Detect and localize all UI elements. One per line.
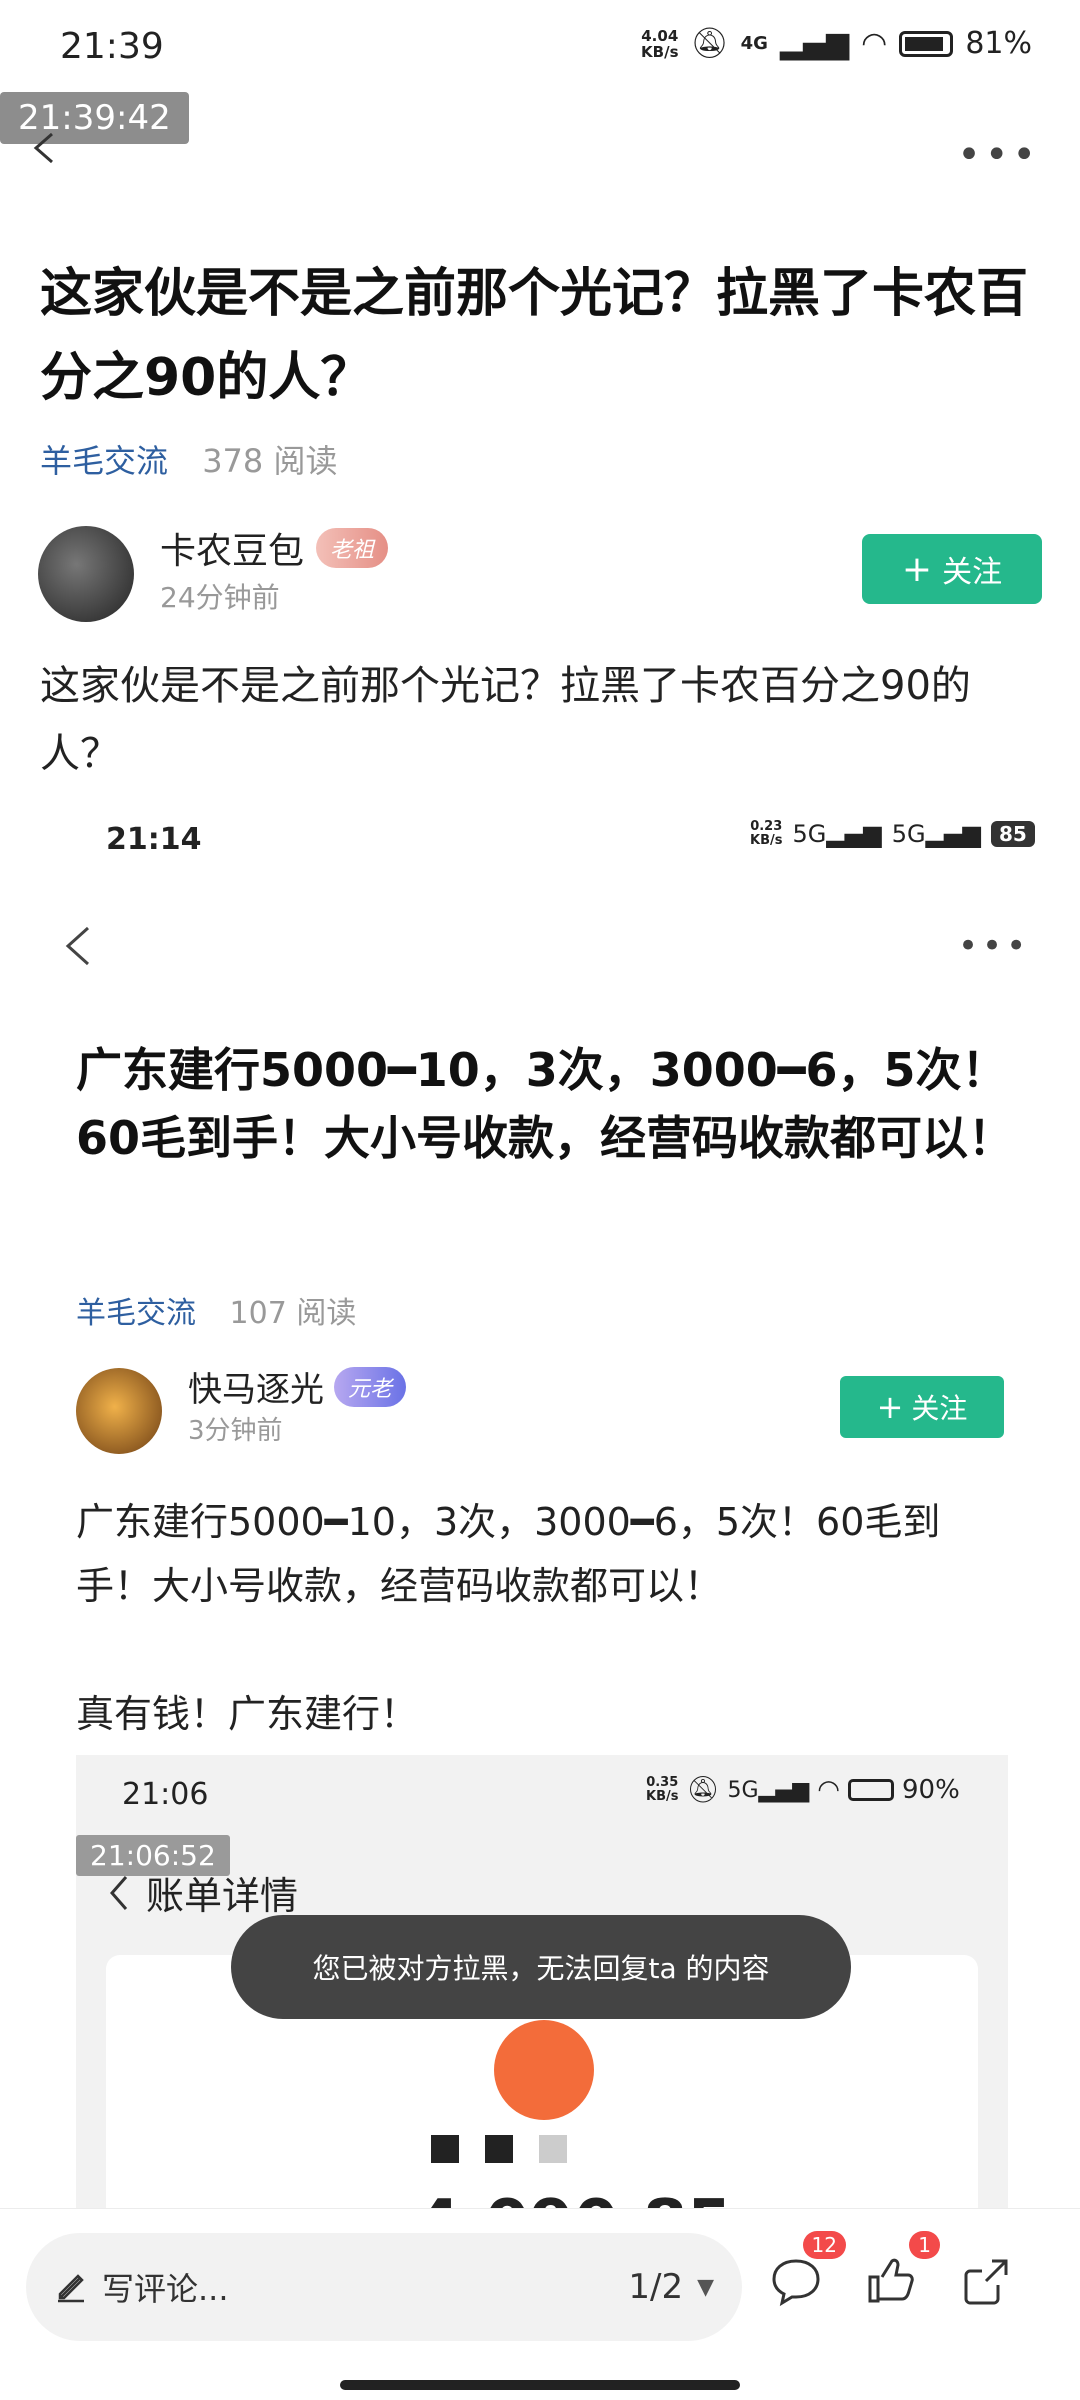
status-bar: 21:39 4.04 KB/s 🔕︎ 4G ▂▄▆ ◠ 81%: [0, 0, 1080, 100]
more-options-icon: •••: [958, 926, 1031, 966]
comments-button[interactable]: 12: [768, 2231, 846, 2313]
thumbs-up-icon: [868, 2258, 914, 2303]
shop-icon: [494, 2020, 594, 2120]
like-button[interactable]: 1: [862, 2231, 940, 2313]
embedded-author-badge: 元老: [334, 1366, 407, 1407]
battery-level: 81%: [965, 26, 1032, 61]
author-row: 卡农豆包 老祖: [160, 522, 389, 574]
net-speed: 4.04 KB/s: [641, 26, 679, 61]
signal-icon: 5G▂▄▆: [727, 1777, 810, 1803]
battery-icon: [899, 30, 954, 57]
mute-icon: 🔕︎: [686, 1775, 720, 1805]
share-icon: [964, 2259, 1008, 2305]
page-indicator-text: 1/2: [628, 2267, 684, 2307]
embedded-net-speed: 0.23 KB/s: [750, 819, 783, 848]
nested-time-overlay: 21:06:52: [76, 1835, 230, 1876]
dropdown-icon: ▼: [697, 2274, 714, 2300]
embedded-post-time: 3分钟前: [188, 1416, 283, 1446]
embedded-status-icons: 0.23 KB/s 5G▂▄▆ 5G▂▄▆ 85: [750, 820, 1035, 848]
back-icon[interactable]: [26, 128, 66, 168]
mute-icon: 🔕︎: [690, 26, 729, 61]
like-count-badge: 1: [909, 2231, 940, 2259]
share-button[interactable]: [958, 2253, 1018, 2313]
author-avatar[interactable]: [38, 526, 134, 622]
comment-count-badge: 12: [802, 2231, 846, 2259]
more-options-icon[interactable]: •••: [957, 132, 1040, 178]
author-badge: 老祖: [316, 528, 389, 568]
read-count: 378 阅读: [202, 442, 338, 480]
nested-screenshot: 21:06 0.35 KB/s 🔕︎ 5G▂▄▆ ◠ 90% 账单详情 4,09…: [76, 1755, 1008, 2220]
status-icons: 4.04 KB/s 🔕︎ 4G ▂▄▆ ◠ 81%: [641, 26, 1032, 61]
follow-label: 关注: [942, 555, 1003, 590]
embedded-battery: 85: [990, 821, 1035, 847]
embedded-author-avatar: [76, 1368, 162, 1454]
author-name[interactable]: 卡农豆包: [160, 522, 304, 574]
back-icon: [110, 1875, 128, 1910]
embedded-author-name: 快马逐光: [188, 1370, 324, 1410]
category-link[interactable]: 羊毛交流: [40, 442, 168, 480]
masked-name: [431, 2135, 567, 2163]
home-indicator[interactable]: [340, 2380, 740, 2390]
plus-icon: +: [876, 1388, 904, 1426]
pencil-icon: [58, 2274, 84, 2303]
nested-net-speed: 0.35 KB/s: [646, 1775, 679, 1804]
page-indicator[interactable]: 1/2 ▼: [628, 2267, 714, 2307]
embedded-category: 羊毛交流: [76, 1296, 196, 1331]
post-meta: 羊毛交流 378 阅读: [40, 436, 337, 482]
nested-status-time: 21:06: [122, 1777, 209, 1812]
wifi-icon: ◠: [861, 26, 888, 61]
post-body: 这家伙是不是之前那个光记？拉黑了卡农百分之90的人？: [40, 663, 971, 777]
embedded-post-title: 广东建行5000━10，3次，3000━6，5次！60毛到手！大小号收款，经营码…: [76, 1043, 1015, 1165]
comment-icon: [772, 2259, 820, 2307]
embedded-post-body: 广东建行5000━10，3次，3000━6，5次！60毛到手！大小号收款，经营码…: [76, 1500, 941, 1736]
nested-status-icons: 0.35 KB/s 🔕︎ 5G▂▄▆ ◠ 90%: [646, 1775, 960, 1805]
plus-icon: +: [901, 548, 933, 590]
post-title: 这家伙是不是之前那个光记？拉黑了卡农百分之90的人？: [40, 264, 1029, 408]
follow-button[interactable]: + 关注: [862, 534, 1042, 604]
status-time: 21:39: [60, 26, 164, 67]
embedded-status-time: 21:14: [106, 822, 202, 857]
signal-icon: ▂▄▆: [779, 26, 850, 61]
comment-placeholder: 写评论...: [102, 2270, 229, 2308]
embedded-post-meta: 羊毛交流 107 阅读: [76, 1288, 356, 1332]
embedded-author-row: 快马逐光 元老: [188, 1362, 407, 1411]
signal-icon: 5G▂▄▆: [891, 820, 981, 848]
comment-input[interactable]: 写评论... 1/2 ▼: [26, 2233, 742, 2341]
embedded-screenshot[interactable]: 21:14 0.23 KB/s 5G▂▄▆ 5G▂▄▆ 85 ••• 广东建行5…: [0, 800, 1080, 2220]
back-icon: [65, 926, 90, 966]
embedded-read-count: 107 阅读: [229, 1296, 357, 1331]
bottom-action-bar: 写评论... 1/2 ▼ 12 1: [0, 2208, 1080, 2400]
network-type: 4G: [740, 33, 768, 54]
battery-icon: [847, 1779, 894, 1801]
nested-battery: 90%: [901, 1775, 960, 1805]
embedded-follow-label: 关注: [911, 1392, 968, 1425]
signal-icon: 5G▂▄▆: [792, 820, 882, 848]
blocked-toast: 您已被对方拉黑，无法回复ta 的内容: [231, 1915, 851, 2019]
embedded-follow-button: + 关注: [840, 1376, 1004, 1438]
wifi-icon: ◠: [817, 1775, 840, 1805]
post-time: 24分钟前: [160, 581, 280, 614]
